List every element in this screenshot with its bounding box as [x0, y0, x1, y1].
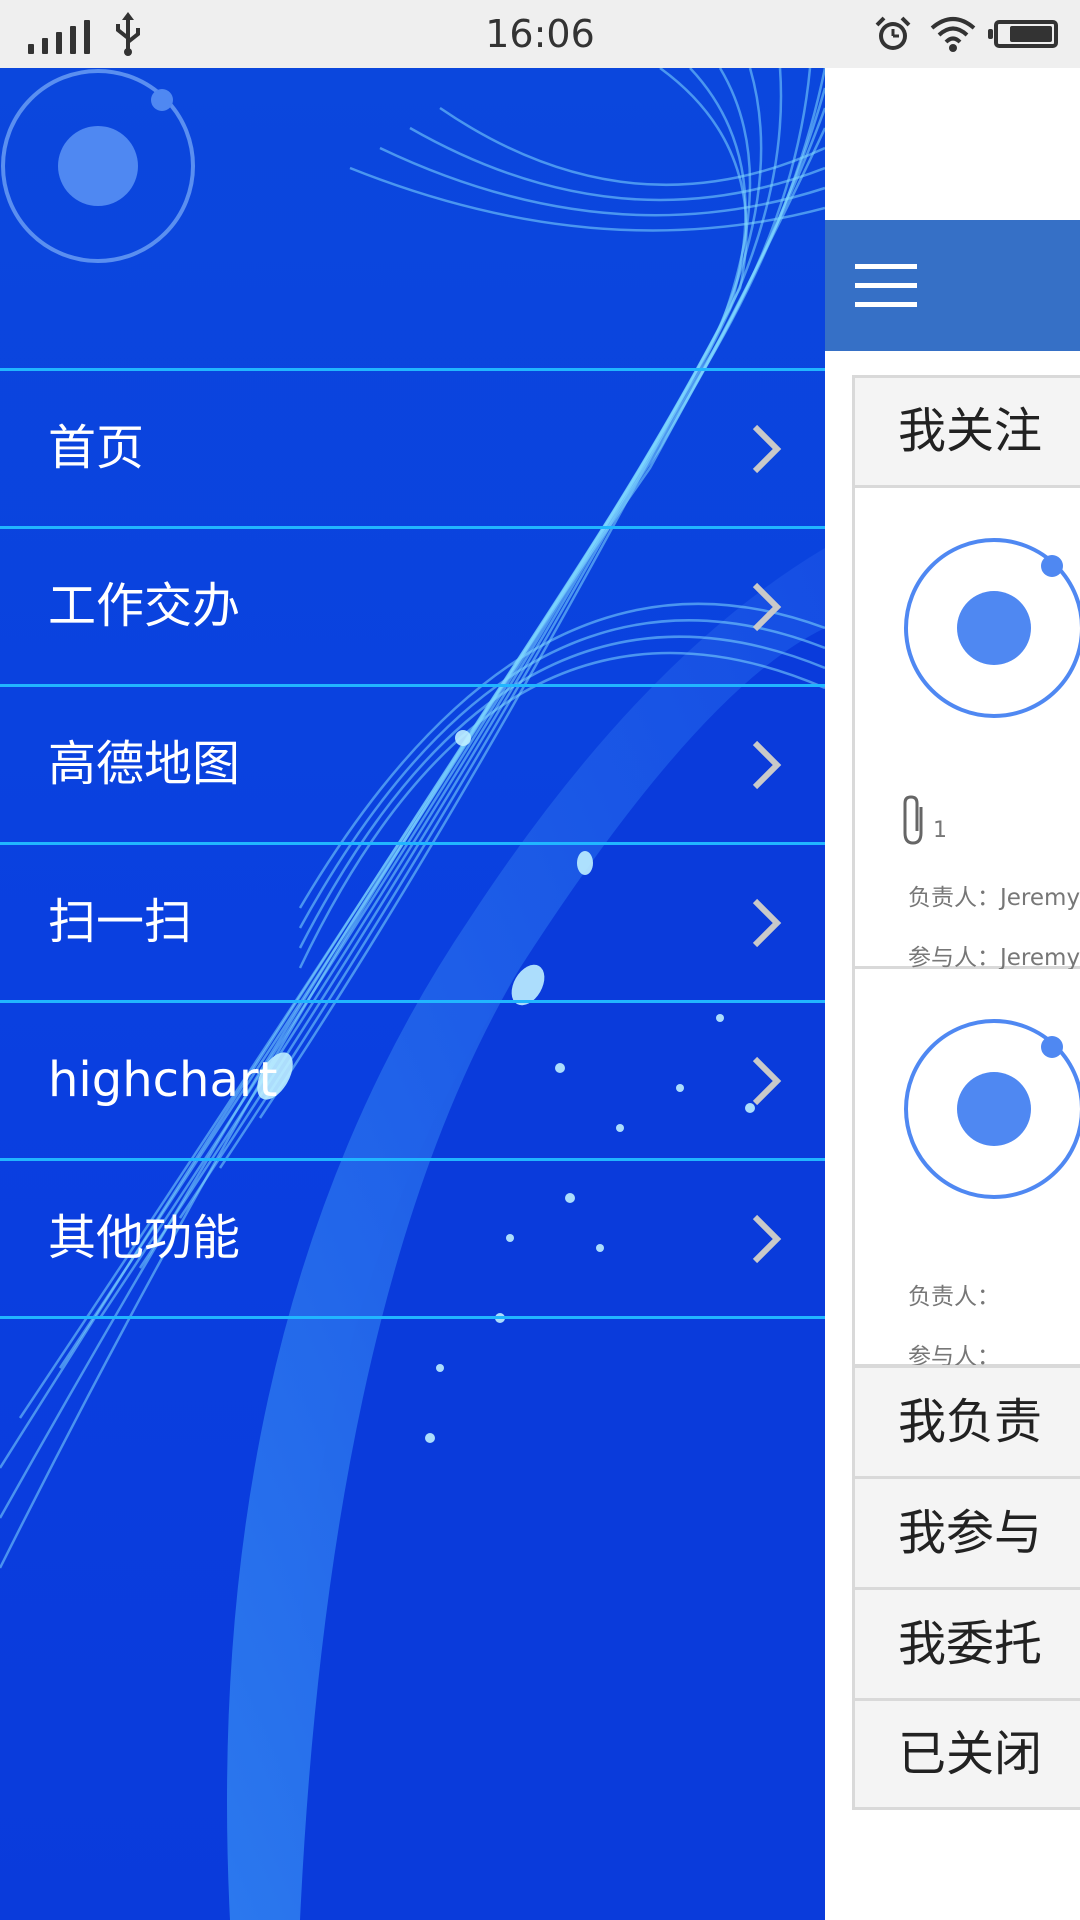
- main-content: 我关注 1 负责人：Jeremy 参与人：Jeremy 负责人： 参与人： 我负…: [825, 68, 1080, 1920]
- menu-item-other-features[interactable]: 其他功能: [0, 1158, 825, 1319]
- attachment-count: 1: [933, 818, 947, 843]
- task-card[interactable]: 1 负责人：Jeremy 参与人：Jeremy: [852, 488, 1080, 972]
- status-bar: 16:06: [0, 0, 1080, 68]
- ionic-logo-icon: [904, 538, 1080, 718]
- task-card[interactable]: 负责人： 参与人：: [852, 969, 1080, 1370]
- section-label: 我负责: [897, 1394, 1042, 1450]
- owner-label: 负责人：: [908, 1284, 1000, 1310]
- owner-row: 负责人：Jeremy: [908, 878, 1080, 912]
- section-participating[interactable]: 我参与: [852, 1476, 1080, 1590]
- menu-item-label: 工作交办: [48, 578, 241, 634]
- menu-item-label: 其他功能: [48, 1210, 241, 1266]
- menu-item-label: 高德地图: [48, 736, 241, 792]
- menu-item-label: 扫一扫: [48, 894, 193, 950]
- owner-value: Jeremy: [1000, 885, 1080, 911]
- chevron-right-icon: [752, 740, 782, 790]
- paperclip-icon: [903, 795, 923, 845]
- chevron-right-icon: [752, 582, 782, 632]
- menu-item-home[interactable]: 首页: [0, 368, 825, 526]
- battery-charging-icon: [988, 20, 1058, 48]
- participants-row: 参与人：Jeremy: [908, 938, 1080, 972]
- ionic-logo-icon: [1, 69, 195, 263]
- menu-item-amap[interactable]: 高德地图: [0, 684, 825, 842]
- menu-item-task-assignment[interactable]: 工作交办: [0, 526, 825, 684]
- drawer-menu: 首页 工作交办 高德地图 扫一扫 highchart 其他功能: [0, 368, 825, 1319]
- side-drawer: 首页 工作交办 高德地图 扫一扫 highchart 其他功能: [0, 68, 825, 1920]
- chevron-right-icon: [752, 1214, 782, 1264]
- section-closed[interactable]: 已关闭: [852, 1698, 1080, 1810]
- owner-row: 负责人：: [908, 1277, 1000, 1311]
- chevron-right-icon: [752, 424, 782, 474]
- hamburger-icon[interactable]: [855, 264, 917, 308]
- menu-item-label: highchart: [48, 1052, 278, 1108]
- section-label: 我委托: [897, 1616, 1042, 1672]
- participants-label: 参与人：: [908, 945, 1000, 971]
- menu-item-label: 首页: [48, 420, 145, 476]
- chevron-right-icon: [752, 1056, 782, 1106]
- menu-item-scan[interactable]: 扫一扫: [0, 842, 825, 1000]
- menu-item-highchart[interactable]: highchart: [0, 1000, 825, 1158]
- alarm-icon: [875, 16, 911, 50]
- section-label: 已关闭: [897, 1726, 1042, 1782]
- owner-label: 负责人：: [908, 885, 1000, 911]
- section-label: 我参与: [897, 1505, 1042, 1561]
- participants-value: Jeremy: [1000, 945, 1080, 971]
- section-label: 我关注: [897, 403, 1042, 459]
- section-responsible[interactable]: 我负责: [852, 1365, 1080, 1479]
- chevron-right-icon: [752, 898, 782, 948]
- section-delegated[interactable]: 我委托: [852, 1587, 1080, 1701]
- app-header: [825, 220, 1080, 351]
- ionic-logo-icon: [904, 1019, 1080, 1199]
- wifi-icon: [930, 17, 976, 52]
- section-following[interactable]: 我关注: [852, 375, 1080, 488]
